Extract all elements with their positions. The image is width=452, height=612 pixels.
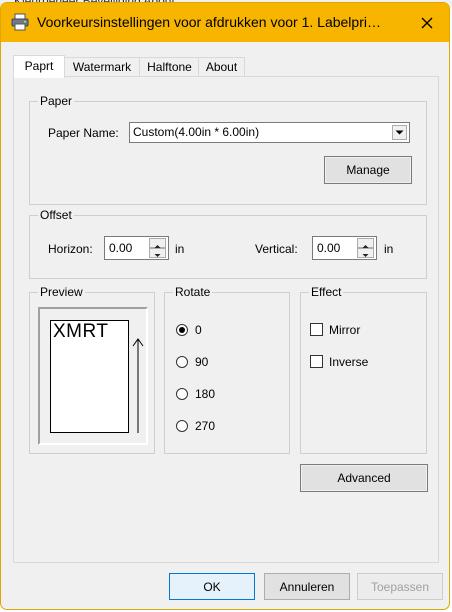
tab-paprt[interactable]: Paprt: [13, 55, 65, 78]
close-button[interactable]: [407, 5, 447, 41]
effect-group-label: Effect: [309, 285, 344, 299]
offset-group-label: Offset: [38, 208, 74, 222]
horizon-decrease-button[interactable]: [149, 248, 166, 258]
preview-frame: XMRT: [38, 307, 148, 445]
tab-halftone[interactable]: Halftone: [139, 57, 200, 77]
rotate-270-label[interactable]: 270: [195, 419, 215, 433]
rotate-180-label[interactable]: 180: [195, 387, 215, 401]
horizon-label: Horizon:: [48, 242, 93, 256]
inverse-checkbox[interactable]: [310, 355, 323, 368]
manage-button[interactable]: Manage: [324, 156, 412, 184]
paper-group: Paper Paper Name: Custom(4.00in * 6.00in…: [29, 94, 427, 205]
print-preferences-dialog: Voorkeursinstellingen voor afdrukken voo…: [0, 2, 450, 610]
rotate-group-label: Rotate: [173, 285, 213, 299]
paper-group-label: Paper: [38, 94, 75, 108]
vertical-unit: in: [384, 242, 394, 256]
vertical-decrease-button[interactable]: [357, 248, 374, 258]
vertical-label: Vertical:: [255, 242, 298, 256]
cancel-button[interactable]: Annuleren: [264, 573, 350, 600]
preview-sample-text: XMRT: [53, 321, 109, 342]
title-bar[interactable]: Voorkeursinstellingen voor afdrukken voo…: [1, 3, 449, 42]
apply-button[interactable]: Toepassen: [357, 573, 443, 600]
ok-button[interactable]: OK: [169, 573, 255, 600]
vertical-value: 0.00: [317, 241, 341, 255]
rotate-90-radio[interactable]: [176, 356, 188, 368]
offset-group: Offset Horizon: 0.00 in Vertical: 0.00 i…: [29, 208, 427, 279]
dialog-title: Voorkeursinstellingen voor afdrukken voo…: [37, 14, 381, 30]
vertical-stepper[interactable]: 0.00: [312, 236, 377, 260]
chevron-down-icon[interactable]: [392, 125, 407, 140]
horizon-value: 0.00: [109, 241, 133, 255]
vertical-increase-button[interactable]: [357, 238, 374, 248]
rotate-270-radio[interactable]: [176, 420, 188, 432]
effect-group: Effect Mirror Inverse: [300, 285, 427, 454]
advanced-button[interactable]: Advanced: [300, 464, 428, 492]
rotate-0-label[interactable]: 0: [195, 323, 202, 337]
preview-paper: XMRT: [50, 320, 129, 433]
horizon-stepper[interactable]: 0.00: [104, 236, 169, 260]
mirror-label[interactable]: Mirror: [329, 323, 360, 337]
close-icon: [421, 17, 433, 29]
horizon-increase-button[interactable]: [149, 238, 166, 248]
printer-icon: [11, 13, 29, 31]
preview-group: Preview XMRT: [29, 285, 155, 454]
mirror-checkbox[interactable]: [310, 323, 323, 336]
rotate-90-label[interactable]: 90: [195, 355, 208, 369]
paper-name-label: Paper Name:: [48, 126, 119, 140]
paper-name-value: Custom(4.00in * 6.00in): [133, 125, 260, 139]
rotate-0-radio[interactable]: [176, 324, 188, 336]
paper-name-select[interactable]: Custom(4.00in * 6.00in): [129, 122, 410, 143]
rotate-180-radio[interactable]: [176, 388, 188, 400]
horizon-unit: in: [175, 242, 185, 256]
inverse-label[interactable]: Inverse: [329, 355, 368, 369]
tab-watermark[interactable]: Watermark: [63, 57, 141, 77]
tab-panel-paprt: Paper Paper Name: Custom(4.00in * 6.00in…: [13, 76, 439, 563]
feed-direction-arrow-icon: [132, 338, 144, 433]
rotate-group: Rotate 0 90 180 270: [164, 285, 290, 454]
tab-about[interactable]: About: [198, 57, 245, 77]
preview-group-label: Preview: [38, 285, 85, 299]
